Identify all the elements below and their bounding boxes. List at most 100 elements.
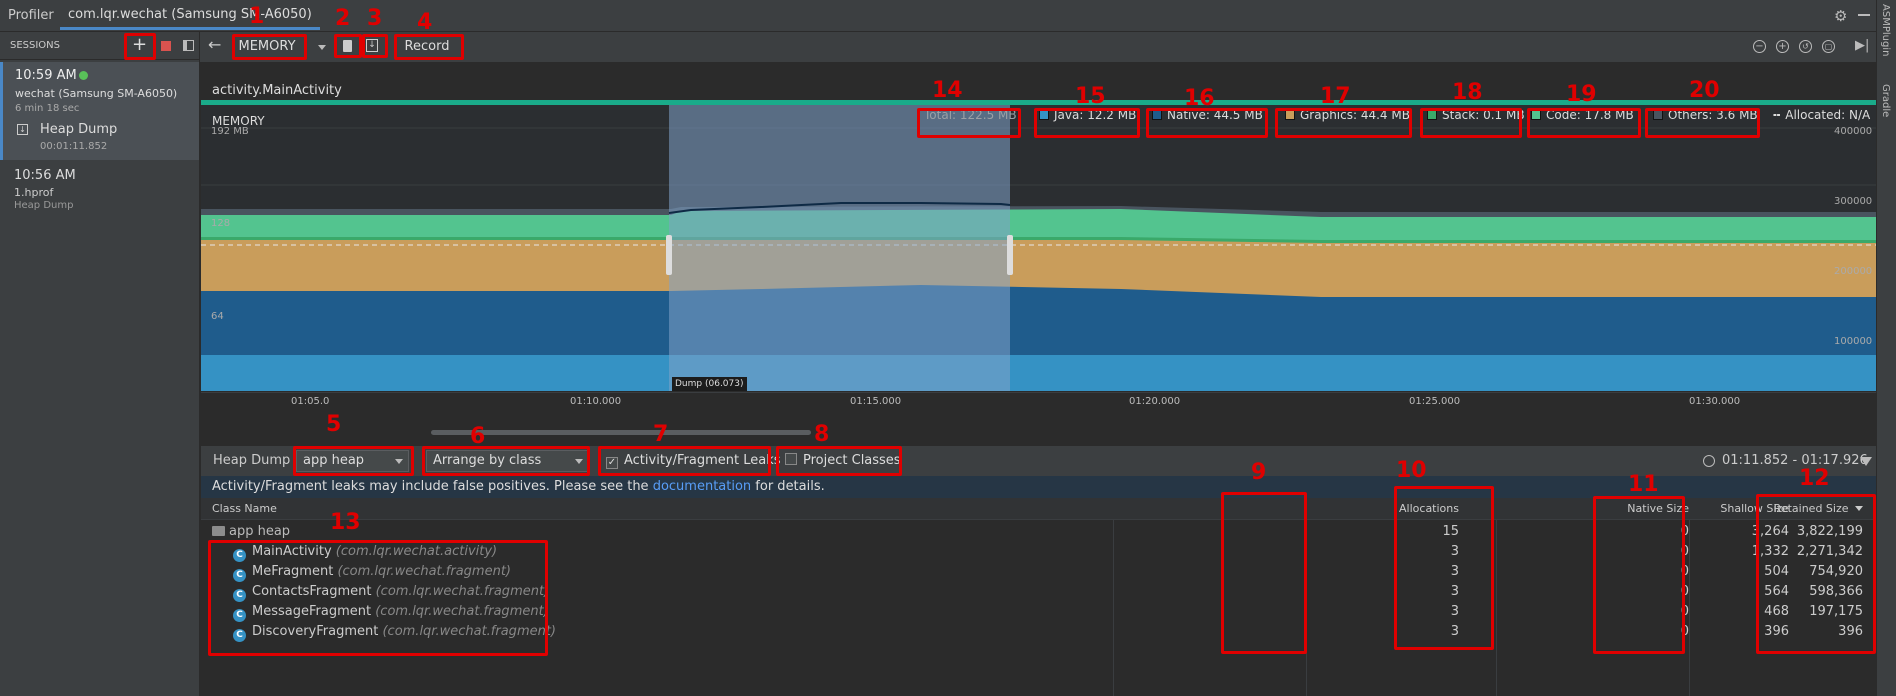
table-row[interactable]: C DiscoveryFragment (com.lqr.wechat.fragm… <box>201 622 1876 642</box>
others-swatch <box>1653 110 1663 120</box>
heap-dump-label[interactable]: Heap Dump <box>40 122 117 137</box>
tab-session[interactable]: com.lqr.wechat (Samsung SM-A6050) <box>60 0 320 30</box>
session-item[interactable]: 10:56 AM 1.hprof Heap Dump <box>0 162 199 214</box>
top-tab-bar: Profiler com.lqr.wechat (Samsung SM-A605… <box>0 0 1896 32</box>
selection-label: Dump (06.073) <box>672 377 747 391</box>
sessions-title: SESSIONS <box>10 40 61 51</box>
right-axis-tick: 200000 <box>1834 266 1873 277</box>
selection-handle-left <box>666 235 672 275</box>
annotation-number: 17 <box>1320 84 1351 109</box>
stop-icon[interactable] <box>161 41 171 51</box>
heap-dump-icon: ↓ <box>17 124 28 135</box>
retained-cell: 3,822,199 <box>1796 524 1863 539</box>
table-row[interactable]: C MeFragment (com.lqr.wechat.fragment) 3 … <box>201 562 1876 582</box>
class-cell: C MessageFragment (com.lqr.wechat.fragmen… <box>233 602 549 622</box>
class-icon: C <box>233 629 246 642</box>
retained-cell: 598,366 <box>1809 584 1863 599</box>
annotation-number: 4 <box>417 10 433 35</box>
selection-handle-right <box>1007 235 1013 275</box>
tab-profiler[interactable]: Profiler <box>8 8 54 23</box>
heap-select[interactable]: app heap <box>296 450 409 472</box>
sessions-sidebar: SESSIONS + 10:59 AM wechat (Samsung SM-A… <box>0 32 200 696</box>
gear-icon[interactable]: ⚙ <box>1834 7 1847 25</box>
table-row[interactable]: C MessageFragment (com.lqr.wechat.fragmen… <box>201 602 1876 622</box>
annotation-number: 7 <box>653 422 669 447</box>
memory-area-chart <box>201 105 1876 391</box>
filter-icon[interactable] <box>1860 457 1872 466</box>
time-tick: 01:10.000 <box>570 396 622 407</box>
leaks-checkbox[interactable]: ✓ Activity/Fragment Leaks <box>606 450 781 472</box>
time-tick: 01:25.000 <box>1409 396 1461 407</box>
heap-dump-toolbar: Heap Dump app heap Arrange by class ✓ Act… <box>201 446 1876 476</box>
annotation-number: 9 <box>1251 460 1267 485</box>
class-cell: C MeFragment (com.lqr.wechat.fragment) <box>233 562 511 582</box>
profiler-select[interactable]: MEMORY <box>234 36 300 58</box>
annotation-number: 8 <box>814 422 830 447</box>
class-cell: C DiscoveryFragment (com.lqr.wechat.fragm… <box>233 622 556 642</box>
heap-dump-title: Heap Dump <box>213 453 291 468</box>
banner-text: Activity/Fragment leaks may include fals… <box>212 479 825 494</box>
retained-cell: 396 <box>1838 624 1863 639</box>
go-live-icon[interactable]: ▶| <box>1855 38 1869 53</box>
left-axis-tick: 64 <box>211 311 224 322</box>
retained-cell: 2,271,342 <box>1796 544 1863 559</box>
chevron-down-icon[interactable] <box>318 45 326 50</box>
annotation-number: 13 <box>330 510 361 535</box>
zoom-out-icon[interactable]: − <box>1753 40 1766 53</box>
annotation-number: 18 <box>1452 80 1483 105</box>
trash-icon[interactable] <box>343 40 352 52</box>
leak-info-banner: Activity/Fragment leaks may include fals… <box>201 476 1876 498</box>
legend-others: Others: 3.6 MB <box>1653 105 1758 125</box>
memory-chart-area[interactable]: activity.MainActivity MEMORY 192 MB 128 … <box>201 62 1876 408</box>
class-icon: C <box>233 609 246 622</box>
right-axis-tick: 300000 <box>1834 196 1873 207</box>
col-class-name[interactable]: Class Name <box>212 498 277 520</box>
gradle-tab[interactable]: Gradle <box>1880 84 1891 117</box>
stack-swatch <box>1427 110 1437 120</box>
table-row-group[interactable]: app heap 15 0 3,264 3,822,199 <box>201 522 1876 542</box>
collapse-panel-icon[interactable] <box>183 40 194 51</box>
chevron-down-icon <box>575 459 583 464</box>
sort-desc-icon <box>1855 506 1863 511</box>
project-classes-checkbox[interactable]: Project Classes <box>785 450 901 472</box>
session-file: 1.hprof <box>14 186 54 199</box>
session-duration: 6 min 18 sec <box>15 103 80 114</box>
session-item-active[interactable]: 10:59 AM wechat (Samsung SM-A6050) 6 min… <box>0 62 199 160</box>
table-header: Class Name Allocations Native Size Shall… <box>201 498 1876 520</box>
dump-heap-icon[interactable]: ↓ <box>366 39 378 52</box>
add-session-icon[interactable]: + <box>132 34 147 55</box>
native-swatch <box>1152 110 1162 120</box>
time-tick: 01:05.0 <box>291 396 330 407</box>
memory-graph[interactable]: MEMORY 192 MB 128 64 400000 300000 20000… <box>201 105 1876 391</box>
back-arrow-icon[interactable]: ← <box>208 35 221 54</box>
annotation-number: 1 <box>249 4 265 29</box>
class-icon: C <box>233 549 246 562</box>
zoom-to-selection-icon[interactable]: ▢ <box>1822 40 1835 53</box>
col-retained-size[interactable]: Retained Size <box>1589 498 1863 520</box>
table-row[interactable]: C ContactsFragment (com.lqr.wechat.fragme… <box>201 582 1876 602</box>
documentation-link[interactable]: documentation <box>653 479 751 494</box>
zoom-in-icon[interactable]: + <box>1776 40 1789 53</box>
class-icon: C <box>233 569 246 582</box>
arrange-select[interactable]: Arrange by class <box>426 450 589 472</box>
table-row[interactable]: C MainActivity (com.lqr.wechat.activity) … <box>201 542 1876 562</box>
class-cell: C MainActivity (com.lqr.wechat.activity) <box>233 542 497 562</box>
time-range: 01:11.852 - 01:17.926 <box>1722 453 1868 468</box>
profiler-toolbar: ← MEMORY ↓ Record − + ↺ ▢ ▶| <box>200 32 1876 62</box>
time-tick: 01:30.000 <box>1689 396 1741 407</box>
checkbox-checked-icon: ✓ <box>606 457 618 469</box>
left-axis-tick: 192 MB <box>211 126 249 137</box>
minimize-icon[interactable] <box>1858 14 1870 16</box>
reset-zoom-icon[interactable]: ↺ <box>1799 40 1812 53</box>
right-axis-tick: 400000 <box>1834 126 1873 137</box>
timeline-scroll-area <box>201 408 1876 446</box>
selection-range <box>669 105 1010 391</box>
record-button[interactable]: Record <box>396 36 458 58</box>
clock-icon <box>1703 455 1715 467</box>
time-tick: 01:20.000 <box>1129 396 1181 407</box>
class-icon: C <box>233 589 246 602</box>
annotation-number: 15 <box>1075 84 1106 109</box>
time-tick: 01:15.000 <box>850 396 902 407</box>
horizontal-scrollbar[interactable] <box>431 430 811 435</box>
asmplugin-tab[interactable]: ASMPlugin <box>1880 4 1891 56</box>
